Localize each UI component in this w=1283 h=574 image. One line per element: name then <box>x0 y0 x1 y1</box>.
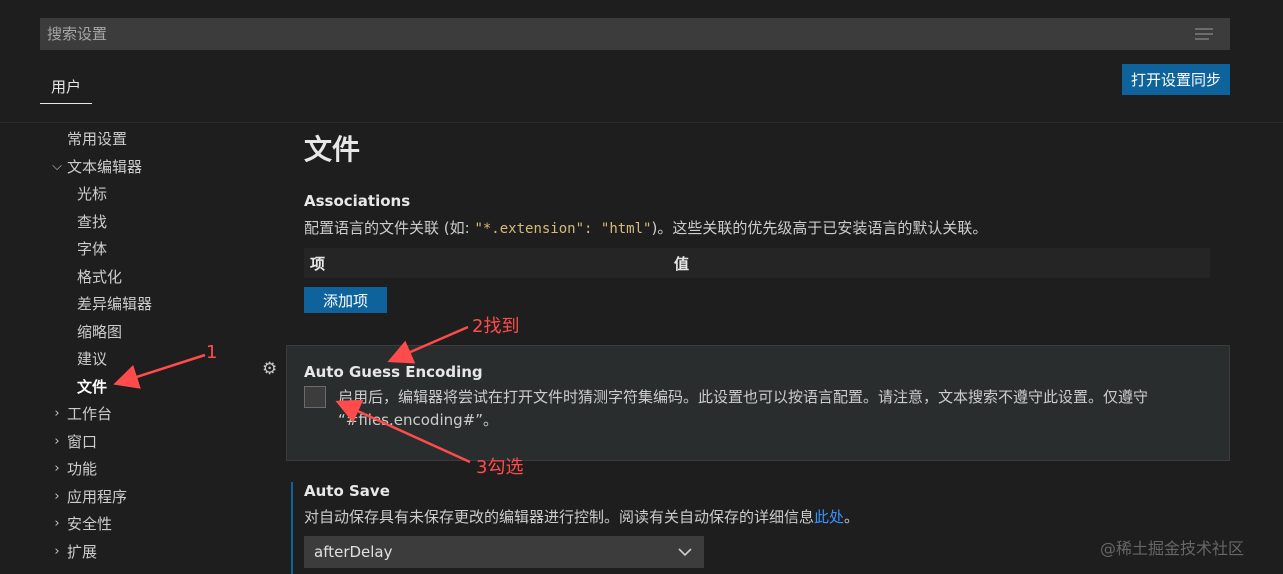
settings-editor: 用户 打开设置同步 常用设置 ⌵文本编辑器 光标 查找 字体 格式化 差异编辑器… <box>0 0 1283 574</box>
annotation-2: 2找到 <box>472 316 520 337</box>
annotation-1: 1 <box>206 342 218 363</box>
annotation-arrows <box>113 325 471 464</box>
annotation-3: 3勾选 <box>476 457 524 478</box>
watermark: @稀土掘金技术社区 <box>1100 539 1245 558</box>
